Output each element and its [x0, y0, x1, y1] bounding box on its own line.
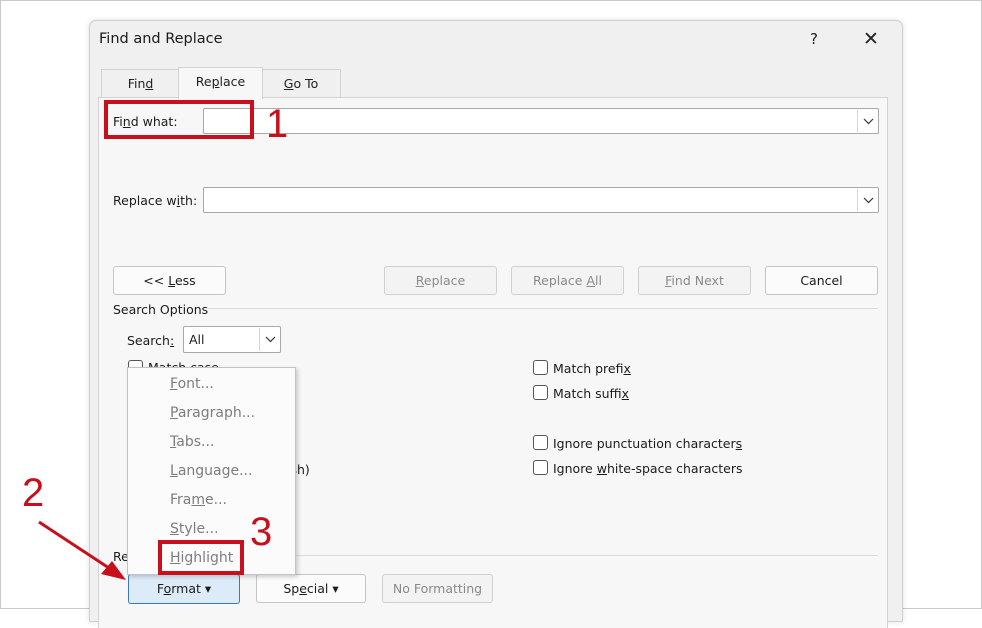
annotation-arrow: [38, 520, 126, 580]
